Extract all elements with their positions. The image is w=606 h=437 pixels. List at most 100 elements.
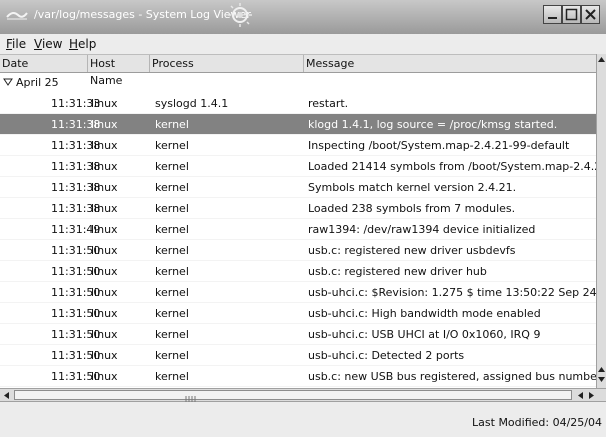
log-row[interactable]: 11:31:50 linux kernel usb-uhci.c: $Revision… [0,282,596,303]
column-header-message[interactable]: Message [304,55,596,72]
log-time: 11:31:50 [51,349,101,362]
minimize-button[interactable] [543,5,562,24]
log-row[interactable]: 11:31:38 linux kernel Inspecting /boot/Syst… [0,135,596,156]
log-process: kernel [155,118,189,131]
close-button[interactable] [581,5,600,24]
status-bar: Last Modified: 04/25/04 [0,402,606,437]
log-time: 11:31:50 [51,328,101,341]
log-row[interactable]: 11:31:50 linux kernel usb.c: new USB bus re… [0,366,596,387]
log-message: Loaded 238 symbols from 7 modules. [308,202,516,215]
log-process: kernel [155,244,189,257]
log-message: usb.c: new USB bus registered, assigned … [308,370,596,383]
log-message: usb-uhci.c: High bandwidth mode enabled [308,307,541,320]
log-time: 11:31:50 [51,370,101,383]
log-time: 11:31:50 [51,307,101,320]
menu-file[interactable]: File [6,37,26,51]
log-message: usb.c: registered new driver usbdevfs [308,244,516,257]
log-time: 11:31:38 [51,202,101,215]
system-log-icon[interactable] [6,8,28,22]
log-row[interactable]: 11:31:38 linux kernel Symbols match kernel … [0,177,596,198]
log-row[interactable]: 11:31:49 linux kernel raw1394: /dev/raw1394… [0,219,596,240]
date-group-label: April 25 [16,76,59,89]
scroll-left-arrow-icon[interactable] [1,390,13,401]
log-process: kernel [155,370,189,383]
log-row[interactable]: 11:31:50 linux kernel usb-uhci.c: Detected … [0,345,596,366]
log-message: restart. [308,97,349,110]
log-host: linux [91,286,118,299]
log-process: kernel [155,286,189,299]
column-header-process[interactable]: Process [150,55,304,72]
log-row[interactable]: 11:31:50 linux kernel usb-uhci.c: High band… [0,303,596,324]
scroll-arrows-icon[interactable] [597,364,606,386]
horizontal-scroll-thumb[interactable] [14,390,572,402]
log-process: kernel [155,160,189,173]
column-header-date[interactable]: Date [0,55,88,72]
log-process: kernel [155,307,189,320]
last-modified-status: Last Modified: 04/25/04 [472,416,602,429]
maximize-icon [565,8,578,21]
log-message: usb.c: registered new driver hub [308,265,487,278]
log-time: 11:31:38 [51,118,101,131]
log-process: kernel [155,223,189,236]
sun-icon [226,2,254,28]
log-host: linux [91,244,118,257]
log-host: linux [91,223,118,236]
log-host: linux [91,139,118,152]
log-host: linux [91,202,118,215]
window-title: /var/log/messages - System Log Viewer [34,8,251,21]
log-host: linux [91,118,118,131]
log-message: usb-uhci.c: USB UHCI at I/O 0x1060, IRQ … [308,328,541,341]
log-host: linux [91,265,118,278]
log-host: linux [91,160,118,173]
expander-arrow-icon[interactable] [3,77,13,87]
log-process: kernel [155,328,189,341]
date-group-row[interactable]: April 25 [0,72,596,93]
log-rows: 11:31:33 linux syslogd 1.4.1 restart. 11:31:… [0,93,596,387]
column-header-host-name[interactable]: Host Name [88,55,150,87]
close-icon [585,9,596,20]
log-message: raw1394: /dev/raw1394 device initialized [308,223,536,236]
log-message: Loaded 21414 symbols from /boot/System.m… [308,160,596,173]
log-host: linux [91,370,118,383]
log-host: linux [91,307,118,320]
log-process: syslogd 1.4.1 [155,97,229,110]
column-headers: Date Host Name Process Message [0,54,596,87]
log-process: kernel [155,202,189,215]
log-time: 11:31:38 [51,181,101,194]
log-table: Date Host Name Process Message April 25 … [0,54,596,388]
log-message: klogd 1.4.1, log source = /proc/kmsg sta… [308,118,558,131]
log-host: linux [91,328,118,341]
log-row[interactable]: 11:31:38 linux kernel Loaded 21414 symbols … [0,156,596,177]
log-time: 11:31:50 [51,286,101,299]
log-process: kernel [155,139,189,152]
title-bar[interactable]: /var/log/messages - System Log Viewer [0,0,606,35]
menu-view[interactable]: View [34,37,62,51]
log-row[interactable]: 11:31:38 linux kernel Loaded 238 symbols fr… [0,198,596,219]
log-time: 11:31:50 [51,244,101,257]
scroll-arrows-horizontal-icon[interactable] [574,390,602,401]
menu-bar: File View Help [0,34,606,54]
log-row[interactable]: 11:31:50 linux kernel usb.c: registered new… [0,261,596,282]
log-host: linux [91,349,118,362]
log-message: usb-uhci.c: Detected 2 ports [308,349,465,362]
vertical-scrollbar[interactable] [596,54,606,388]
log-row[interactable]: 11:31:50 linux kernel usb-uhci.c: USB UHCI … [0,324,596,345]
log-host: linux [91,181,118,194]
log-host: linux [91,97,118,110]
log-row[interactable]: 11:31:50 linux kernel usb.c: registered new… [0,240,596,261]
log-message: usb-uhci.c: $Revision: 1.275 $ time 13:5… [308,286,596,299]
log-message: Inspecting /boot/System.map-2.4.21-99-de… [308,139,570,152]
log-message: Symbols match kernel version 2.4.21. [308,181,517,194]
log-time: 11:31:38 [51,139,101,152]
log-row[interactable]: 11:31:33 linux syslogd 1.4.1 restart. [0,93,596,114]
log-time: 11:31:50 [51,265,101,278]
horizontal-scrollbar[interactable] [0,388,606,402]
log-time: 11:31:33 [51,97,101,110]
scroll-up-arrow-icon[interactable] [597,54,606,66]
maximize-button[interactable] [562,5,581,24]
log-process: kernel [155,265,189,278]
log-row[interactable]: 11:31:38 linux kernel klogd 1.4.1, log sour… [0,114,596,135]
menu-help[interactable]: Help [69,37,96,51]
log-process: kernel [155,181,189,194]
grip-icon [183,392,197,402]
